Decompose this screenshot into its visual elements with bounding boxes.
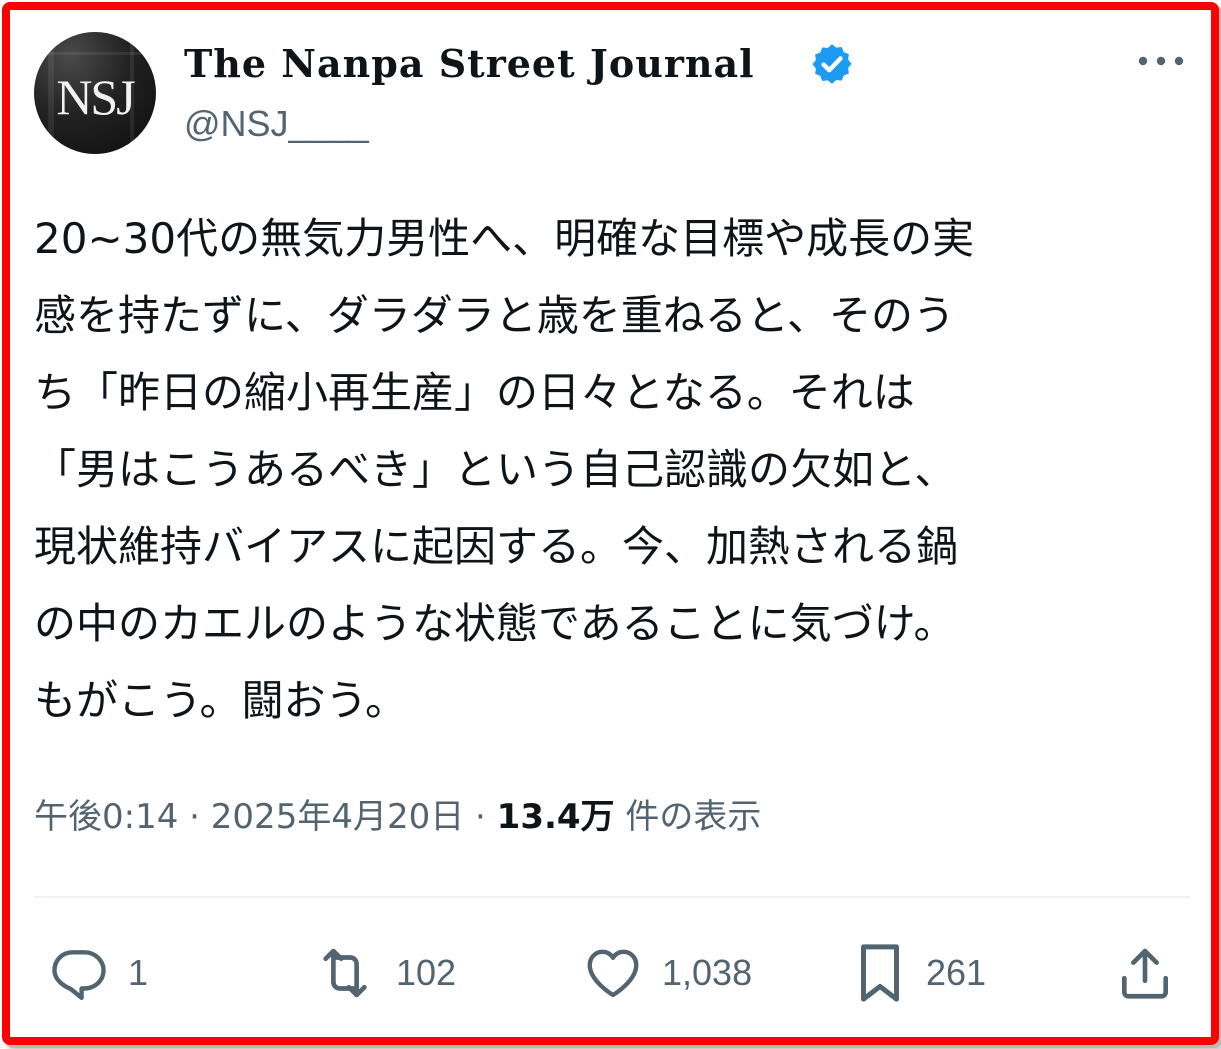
repost-count: 102 — [396, 952, 457, 993]
display-name[interactable]: The Nanpa Street Journal — [184, 40, 755, 88]
user-handle[interactable]: @NSJ____ — [184, 102, 369, 146]
tweet-card: NSJ The Nanpa Street Journal @NSJ____ 20… — [2, 2, 1219, 1045]
repost-button[interactable]: 102 — [312, 938, 456, 1008]
reply-button[interactable]: 1 — [48, 938, 148, 1008]
tweet-time[interactable]: 午後0:14 — [34, 797, 178, 837]
divider — [34, 896, 1190, 898]
tweet-meta: 午後0:14 · 2025年4月20日 · 13.4万 件の表示 — [34, 792, 761, 842]
tweet-text-line: の中のカエルのような状態であることに気づけ。 — [34, 599, 956, 648]
views-label: 件の表示 — [625, 797, 762, 837]
tweet-text-line: 感を持たずに、ダラダラと歳を重ねると、そのう — [34, 291, 956, 340]
share-button[interactable] — [1114, 938, 1176, 1008]
share-icon — [1122, 948, 1168, 999]
reply-count: 1 — [128, 952, 149, 993]
views-count[interactable]: 13.4万 — [497, 797, 615, 837]
bookmark-button[interactable]: 261 — [852, 938, 986, 1008]
tweet-date[interactable]: 2025年4月20日 — [211, 797, 464, 837]
verified-badge-icon — [812, 44, 852, 84]
bookmark-count: 261 — [926, 952, 987, 993]
tweet-text-line: 「男はこうあるべき」という自己認識の欠如と、 — [34, 445, 957, 494]
avatar-decoration — [34, 52, 156, 55]
action-bar: 1 102 1,038 261 — [34, 938, 1190, 1008]
meta-separator: · — [475, 797, 486, 837]
tweet-text-line: もがこう。闘おう。 — [34, 676, 407, 725]
like-icon — [587, 949, 639, 998]
reply-icon — [52, 950, 106, 1000]
tweet-text-line: 現状維持バイアスに起因する。今、加熱される鍋 — [34, 522, 959, 571]
like-count: 1,038 — [662, 952, 753, 993]
avatar[interactable]: NSJ — [34, 32, 156, 154]
tweet-text-line: 20~30代の無気力男性へ、明確な目標や成長の実 — [34, 214, 975, 263]
tweet-text-line: ち「昨日の縮小再生産」の日々となる。それは — [34, 368, 915, 417]
bookmark-icon — [861, 944, 899, 1002]
meta-separator: · — [189, 797, 200, 837]
avatar-logo-text: NSJ — [56, 69, 135, 125]
like-button[interactable]: 1,038 — [582, 938, 752, 1008]
more-icon[interactable] — [1134, 46, 1188, 76]
repost-icon — [323, 948, 367, 998]
tweet-text: 20~30代の無気力男性へ、明確な目標や成長の実 感を持たずに、ダラダラと歳を重… — [34, 200, 1194, 739]
